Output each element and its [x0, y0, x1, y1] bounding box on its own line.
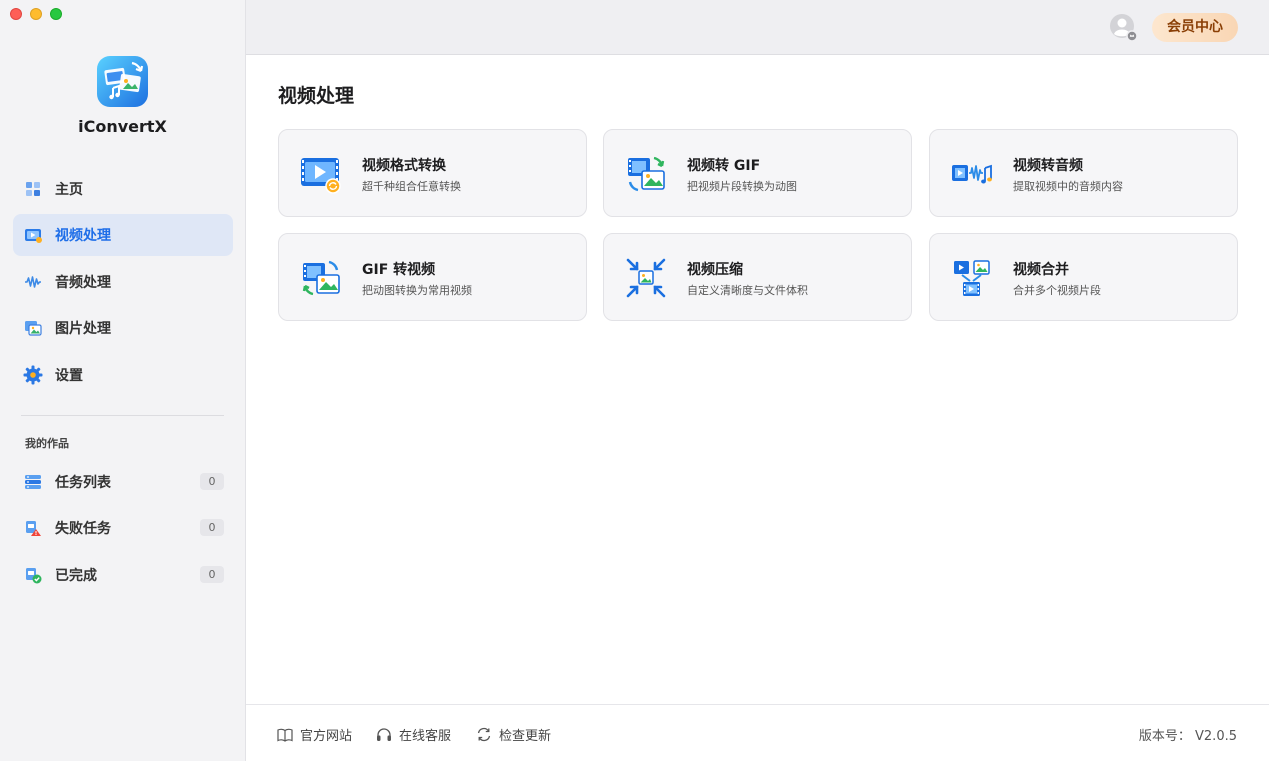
sidebar-item-image[interactable]: 图片处理: [13, 307, 233, 349]
completed-icon: [23, 565, 43, 585]
video-convert-icon: [299, 152, 343, 196]
footer-link-label: 官方网站: [300, 729, 353, 744]
card-title: 视频合并: [1013, 262, 1069, 278]
sidebar-item-label: 视频处理: [55, 228, 111, 244]
main-panel: 会员中心 视频处理 视频格式转换 超千种组合任意转换 视频转 GIF 把视频片段…: [246, 0, 1269, 761]
card-title: 视频转 GIF: [687, 158, 761, 174]
card-title: GIF 转视频: [362, 262, 436, 278]
book-icon: [277, 728, 293, 742]
online-support-link[interactable]: 在线客服: [376, 725, 451, 744]
card-desc: 超千种组合任意转换: [362, 180, 461, 193]
card-desc: 自定义清晰度与文件体积: [687, 284, 808, 297]
sidebar-item-task-list[interactable]: 任务列表 0: [13, 461, 233, 503]
completed-count-badge: 0: [200, 566, 224, 583]
sidebar-item-label: 已完成: [55, 568, 97, 584]
card-desc: 提取视频中的音频内容: [1013, 180, 1123, 193]
gif-to-video-icon: [299, 256, 343, 300]
failed-task-icon: [23, 518, 43, 538]
card-video-format-convert[interactable]: 视频格式转换 超千种组合任意转换: [278, 129, 587, 217]
footer: 官方网站 在线客服 检查更新 版本号： V2.0.5: [246, 704, 1269, 761]
card-video-merge[interactable]: 视频合并 合并多个视频片段: [929, 233, 1238, 321]
top-bar: 会员中心: [246, 0, 1269, 55]
card-gif-to-video[interactable]: GIF 转视频 把动图转换为常用视频: [278, 233, 587, 321]
card-video-to-audio[interactable]: 视频转音频 提取视频中的音频内容: [929, 129, 1238, 217]
window-controls: [10, 8, 62, 20]
sidebar-item-label: 任务列表: [55, 475, 111, 491]
sidebar-divider: [21, 415, 224, 416]
sidebar-item-audio[interactable]: 音频处理: [13, 261, 233, 303]
merge-icon: [950, 256, 994, 300]
zoom-window-button[interactable]: [50, 8, 62, 20]
app-logo-icon: [96, 55, 149, 108]
sidebar-item-label: 图片处理: [55, 321, 111, 337]
audio-wave-icon: [23, 272, 43, 292]
footer-link-label: 在线客服: [399, 729, 452, 744]
sidebar: iConvertX 主页 视频处理 音频处理 图片处理 设置 我的作品 任务列表…: [0, 0, 246, 761]
sidebar-item-label: 失败任务: [55, 521, 111, 537]
sidebar-item-label: 音频处理: [55, 275, 111, 291]
sidebar-item-settings[interactable]: 设置: [13, 354, 233, 396]
card-desc: 把视频片段转换为动图: [687, 180, 797, 193]
gear-icon: [23, 365, 43, 385]
headset-icon: [377, 728, 391, 741]
check-update-link[interactable]: 检查更新: [476, 725, 551, 744]
card-desc: 把动图转换为常用视频: [362, 284, 472, 297]
sidebar-item-home[interactable]: 主页: [13, 168, 233, 210]
user-avatar[interactable]: [1109, 13, 1139, 43]
app-window: iConvertX 主页 视频处理 音频处理 图片处理 设置 我的作品 任务列表…: [0, 0, 1269, 761]
card-title: 视频格式转换: [362, 158, 446, 174]
footer-link-label: 检查更新: [499, 729, 552, 744]
minimize-window-button[interactable]: [30, 8, 42, 20]
version-label: 版本号： V2.0.5: [1138, 729, 1237, 744]
sidebar-item-failed-tasks[interactable]: 失败任务 0: [13, 507, 233, 549]
vip-center-button[interactable]: 会员中心: [1152, 13, 1238, 42]
card-video-compress[interactable]: 视频压缩 自定义清晰度与文件体积: [603, 233, 912, 321]
task-count-badge: 0: [200, 473, 224, 490]
section-title-my-works: 我的作品: [25, 437, 69, 450]
failed-count-badge: 0: [200, 519, 224, 536]
close-window-button[interactable]: [10, 8, 22, 20]
card-desc: 合并多个视频片段: [1013, 284, 1101, 297]
app-name: iConvertX: [78, 117, 167, 136]
sidebar-item-completed[interactable]: 已完成 0: [13, 554, 233, 596]
video-icon: [23, 225, 43, 245]
video-to-gif-icon: [624, 152, 668, 196]
sidebar-item-video[interactable]: 视频处理: [13, 214, 233, 256]
home-grid-icon: [23, 179, 43, 199]
official-website-link[interactable]: 官方网站: [277, 725, 352, 744]
sidebar-item-label: 设置: [55, 368, 83, 384]
sidebar-item-label: 主页: [55, 182, 83, 198]
card-video-to-gif[interactable]: 视频转 GIF 把视频片段转换为动图: [603, 129, 912, 217]
card-title: 视频转音频: [1013, 158, 1083, 174]
page-title: 视频处理: [278, 85, 355, 107]
task-list-icon: [23, 472, 43, 492]
compress-icon: [624, 256, 668, 300]
refresh-icon: [477, 727, 491, 742]
image-icon: [23, 318, 43, 338]
card-title: 视频压缩: [687, 262, 743, 278]
video-to-audio-icon: [950, 152, 994, 196]
